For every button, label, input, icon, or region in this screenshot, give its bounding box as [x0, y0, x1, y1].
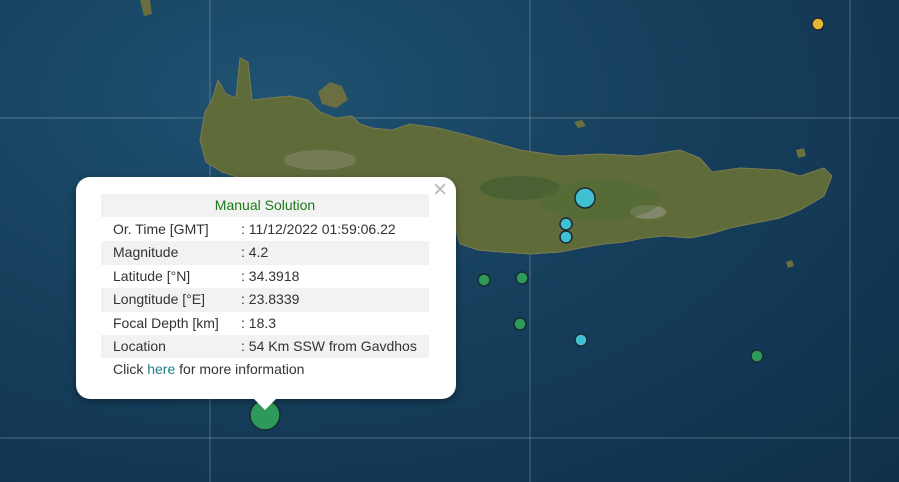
row-label: Or. Time [GMT] — [113, 221, 209, 237]
quake-marker-cyan[interactable] — [574, 333, 588, 347]
quake-marker-cyan[interactable] — [559, 217, 573, 231]
info-row-origin-time: Or. Time [GMT] : 11/12/2022 01:59:06.22 — [101, 218, 429, 241]
close-icon[interactable]: ✕ — [432, 180, 448, 202]
quake-marker-cyan-large[interactable] — [574, 187, 596, 209]
info-prefix: Click — [113, 361, 148, 377]
info-suffix: for more information — [175, 361, 305, 377]
islet — [574, 120, 586, 128]
gramvousa-peninsula — [318, 82, 348, 108]
mountain-range — [284, 150, 356, 170]
quake-marker-green[interactable] — [515, 271, 529, 285]
row-value: : 18.3 — [241, 314, 277, 331]
earthquake-info-popup: ✕ Manual Solution Or. Time [GMT] : 11/12… — [76, 177, 456, 410]
plain — [540, 180, 660, 220]
row-label: Latitude [°N] — [113, 267, 191, 284]
quake-marker-yellow[interactable] — [811, 17, 825, 31]
islet — [786, 260, 794, 268]
popup-pointer — [253, 398, 277, 410]
row-label: Longtitude [°E] — [113, 291, 205, 308]
row-value: : 54 Km SSW from Gavdhos — [241, 337, 417, 354]
map-view[interactable]: ✕ Manual Solution Or. Time [GMT] : 11/12… — [0, 0, 899, 482]
info-row-longitude: Longtitude [°E] : 23.8339 — [101, 288, 429, 312]
quake-marker-green[interactable] — [750, 349, 764, 363]
quake-marker-green[interactable] — [477, 273, 491, 287]
more-info-line: Click here for more information — [113, 361, 304, 377]
info-row-location: Location : 54 Km SSW from Gavdhos — [101, 334, 429, 359]
row-label: Magnitude — [113, 244, 179, 261]
info-row-latitude: Latitude [°N] : 34.3918 — [101, 265, 429, 288]
row-label: Location — [113, 337, 166, 354]
row-value: : 23.8339 — [241, 291, 300, 308]
quake-marker-green[interactable] — [513, 317, 527, 331]
popup-title: Manual Solution — [101, 194, 429, 217]
row-label: Focal Depth [km] — [113, 314, 219, 331]
islet — [140, 0, 152, 16]
row-value: : 11/12/2022 01:59:06.22 — [241, 221, 396, 237]
row-value: : 4.2 — [241, 244, 269, 261]
more-info-link[interactable]: here — [147, 361, 175, 377]
islet — [796, 148, 806, 158]
row-value: : 34.3918 — [241, 267, 300, 284]
info-row-magnitude: Magnitude : 4.2 — [101, 241, 429, 265]
info-table: Or. Time [GMT] : 11/12/2022 01:59:06.22 … — [101, 218, 429, 359]
quake-marker-cyan[interactable] — [559, 230, 573, 244]
info-row-focal-depth: Focal Depth [km] : 18.3 — [101, 312, 429, 335]
